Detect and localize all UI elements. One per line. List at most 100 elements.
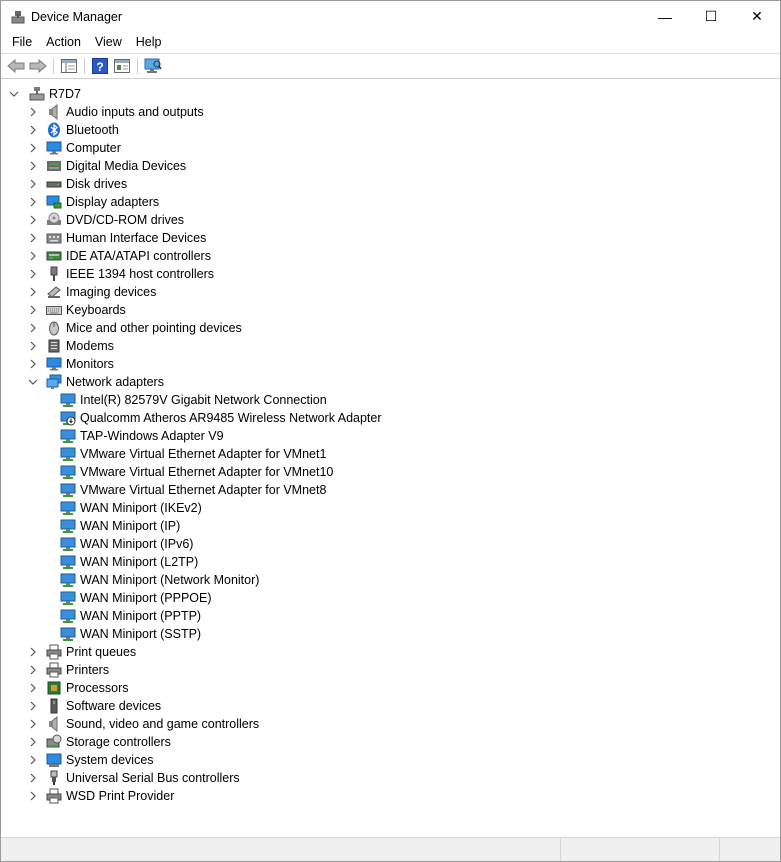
tree-category-system-devices[interactable]: System devices [1,751,780,769]
expand-icon[interactable] [28,211,38,229]
tree-item-label: Print queues [66,645,137,659]
tree-device-item[interactable]: TAP-Windows Adapter V9 [1,427,780,445]
menu-file[interactable]: File [5,32,39,53]
tree-device-item[interactable]: Qualcomm Atheros AR9485 Wireless Network… [1,409,780,427]
tree-category-print-queues[interactable]: Print queues [1,643,780,661]
back-button[interactable] [5,56,27,76]
tree-category-modems[interactable]: Modems [1,337,780,355]
expand-icon[interactable] [28,283,38,301]
tree-category-processors[interactable]: Processors [1,679,780,697]
tree-category-audio-inputs-and-outputs[interactable]: Audio inputs and outputs [1,103,780,121]
expand-icon[interactable] [28,715,38,733]
monitor-icon [46,356,62,372]
tree-category-human-interface-devices[interactable]: Human Interface Devices [1,229,780,247]
tree-category-wsd-print-provider[interactable]: WSD Print Provider [1,787,780,805]
expand-icon[interactable] [28,697,38,715]
tree-category-dvd-cd-rom-drives[interactable]: DVD/CD-ROM drives [1,211,780,229]
tree-category-monitors[interactable]: Monitors [1,355,780,373]
expand-icon[interactable] [28,265,38,283]
expand-icon[interactable] [28,787,38,805]
expand-icon[interactable] [28,121,38,139]
expand-icon[interactable] [28,355,38,373]
expand-icon[interactable] [28,679,38,697]
display-adapter-icon [46,194,62,210]
tree-item-label: WAN Miniport (IKEv2) [80,501,202,515]
menu-view[interactable]: View [88,32,129,53]
tree-category-network-adapters[interactable]: Network adapters [1,373,780,391]
expand-icon[interactable] [28,769,38,787]
expand-icon[interactable] [28,643,38,661]
close-button[interactable]: ✕ [734,1,780,32]
expand-icon[interactable] [28,319,38,337]
expand-icon[interactable] [28,337,38,355]
tree-item-label: WAN Miniport (PPPOE) [80,591,212,605]
collapse-icon[interactable] [9,85,19,103]
tree-device-item[interactable]: WAN Miniport (Network Monitor) [1,571,780,589]
expand-icon[interactable] [28,193,38,211]
expand-icon[interactable] [28,301,38,319]
tree-category-digital-media-devices[interactable]: Digital Media Devices [1,157,780,175]
tree-category-bluetooth[interactable]: Bluetooth [1,121,780,139]
tree-category-mice-and-other-pointing-devices[interactable]: Mice and other pointing devices [1,319,780,337]
tree-item-label: Imaging devices [66,285,157,299]
tree-device-item[interactable]: VMware Virtual Ethernet Adapter for VMne… [1,481,780,499]
toolbar: ? [1,53,780,79]
tree-device-item[interactable]: VMware Virtual Ethernet Adapter for VMne… [1,463,780,481]
tree-item-label: Computer [66,141,121,155]
tree-root[interactable]: R7D7 [1,85,780,103]
title-bar[interactable]: Device Manager — ☐ ✕ [1,1,780,32]
maximize-button[interactable]: ☐ [688,1,734,32]
properties-button[interactable] [111,56,133,76]
tree-category-storage-controllers[interactable]: Storage controllers [1,733,780,751]
expand-icon[interactable] [28,229,38,247]
tree-item-label: Display adapters [66,195,160,209]
tree-category-keyboards[interactable]: Keyboards [1,301,780,319]
expand-icon[interactable] [28,751,38,769]
tree-category-sound-video-and-game-controllers[interactable]: Sound, video and game controllers [1,715,780,733]
collapse-icon[interactable] [28,373,38,391]
expand-icon[interactable] [28,247,38,265]
menu-help[interactable]: Help [129,32,169,53]
tree-item-label: VMware Virtual Ethernet Adapter for VMne… [80,465,334,479]
tree-device-item[interactable]: WAN Miniport (L2TP) [1,553,780,571]
tree-device-item[interactable]: Intel(R) 82579V Gigabit Network Connecti… [1,391,780,409]
show-hide-tree-button[interactable] [58,56,80,76]
tree-device-item[interactable]: WAN Miniport (IKEv2) [1,499,780,517]
toolbar-separator [137,58,138,74]
tree-category-computer[interactable]: Computer [1,139,780,157]
forward-button[interactable] [27,56,49,76]
software-device-icon [46,698,62,714]
tree-category-printers[interactable]: Printers [1,661,780,679]
expand-icon[interactable] [28,103,38,121]
network-icon [46,374,62,390]
expand-icon[interactable] [28,175,38,193]
tree-item-label: Human Interface Devices [66,231,207,245]
tree-device-item[interactable]: VMware Virtual Ethernet Adapter for VMne… [1,445,780,463]
network-adapter-icon [60,590,76,606]
tree-category-ide-ata-atapi-controllers[interactable]: IDE ATA/ATAPI controllers [1,247,780,265]
tree-item-label: Mice and other pointing devices [66,321,242,335]
tree-item-label: Processors [66,681,129,695]
help-button[interactable]: ? [89,56,111,76]
expand-icon[interactable] [28,733,38,751]
minimize-button[interactable]: — [642,1,688,32]
expand-icon[interactable] [28,157,38,175]
tree-device-item[interactable]: WAN Miniport (IP) [1,517,780,535]
scan-hardware-button[interactable] [142,56,164,76]
tree-device-item[interactable]: WAN Miniport (IPv6) [1,535,780,553]
expand-icon[interactable] [28,139,38,157]
tree-device-item[interactable]: WAN Miniport (PPTP) [1,607,780,625]
expand-icon[interactable] [28,661,38,679]
toolbar-separator [53,58,54,74]
tree-device-item[interactable]: WAN Miniport (SSTP) [1,625,780,643]
tree-category-universal-serial-bus-controllers[interactable]: Universal Serial Bus controllers [1,769,780,787]
tree-category-display-adapters[interactable]: Display adapters [1,193,780,211]
network-adapter-icon [60,392,76,408]
tree-category-disk-drives[interactable]: Disk drives [1,175,780,193]
tree-category-software-devices[interactable]: Software devices [1,697,780,715]
menu-action[interactable]: Action [39,32,88,53]
tree-item-label: IDE ATA/ATAPI controllers [66,249,211,263]
tree-device-item[interactable]: WAN Miniport (PPPOE) [1,589,780,607]
tree-category-ieee-1394-host-controllers[interactable]: IEEE 1394 host controllers [1,265,780,283]
tree-category-imaging-devices[interactable]: Imaging devices [1,283,780,301]
